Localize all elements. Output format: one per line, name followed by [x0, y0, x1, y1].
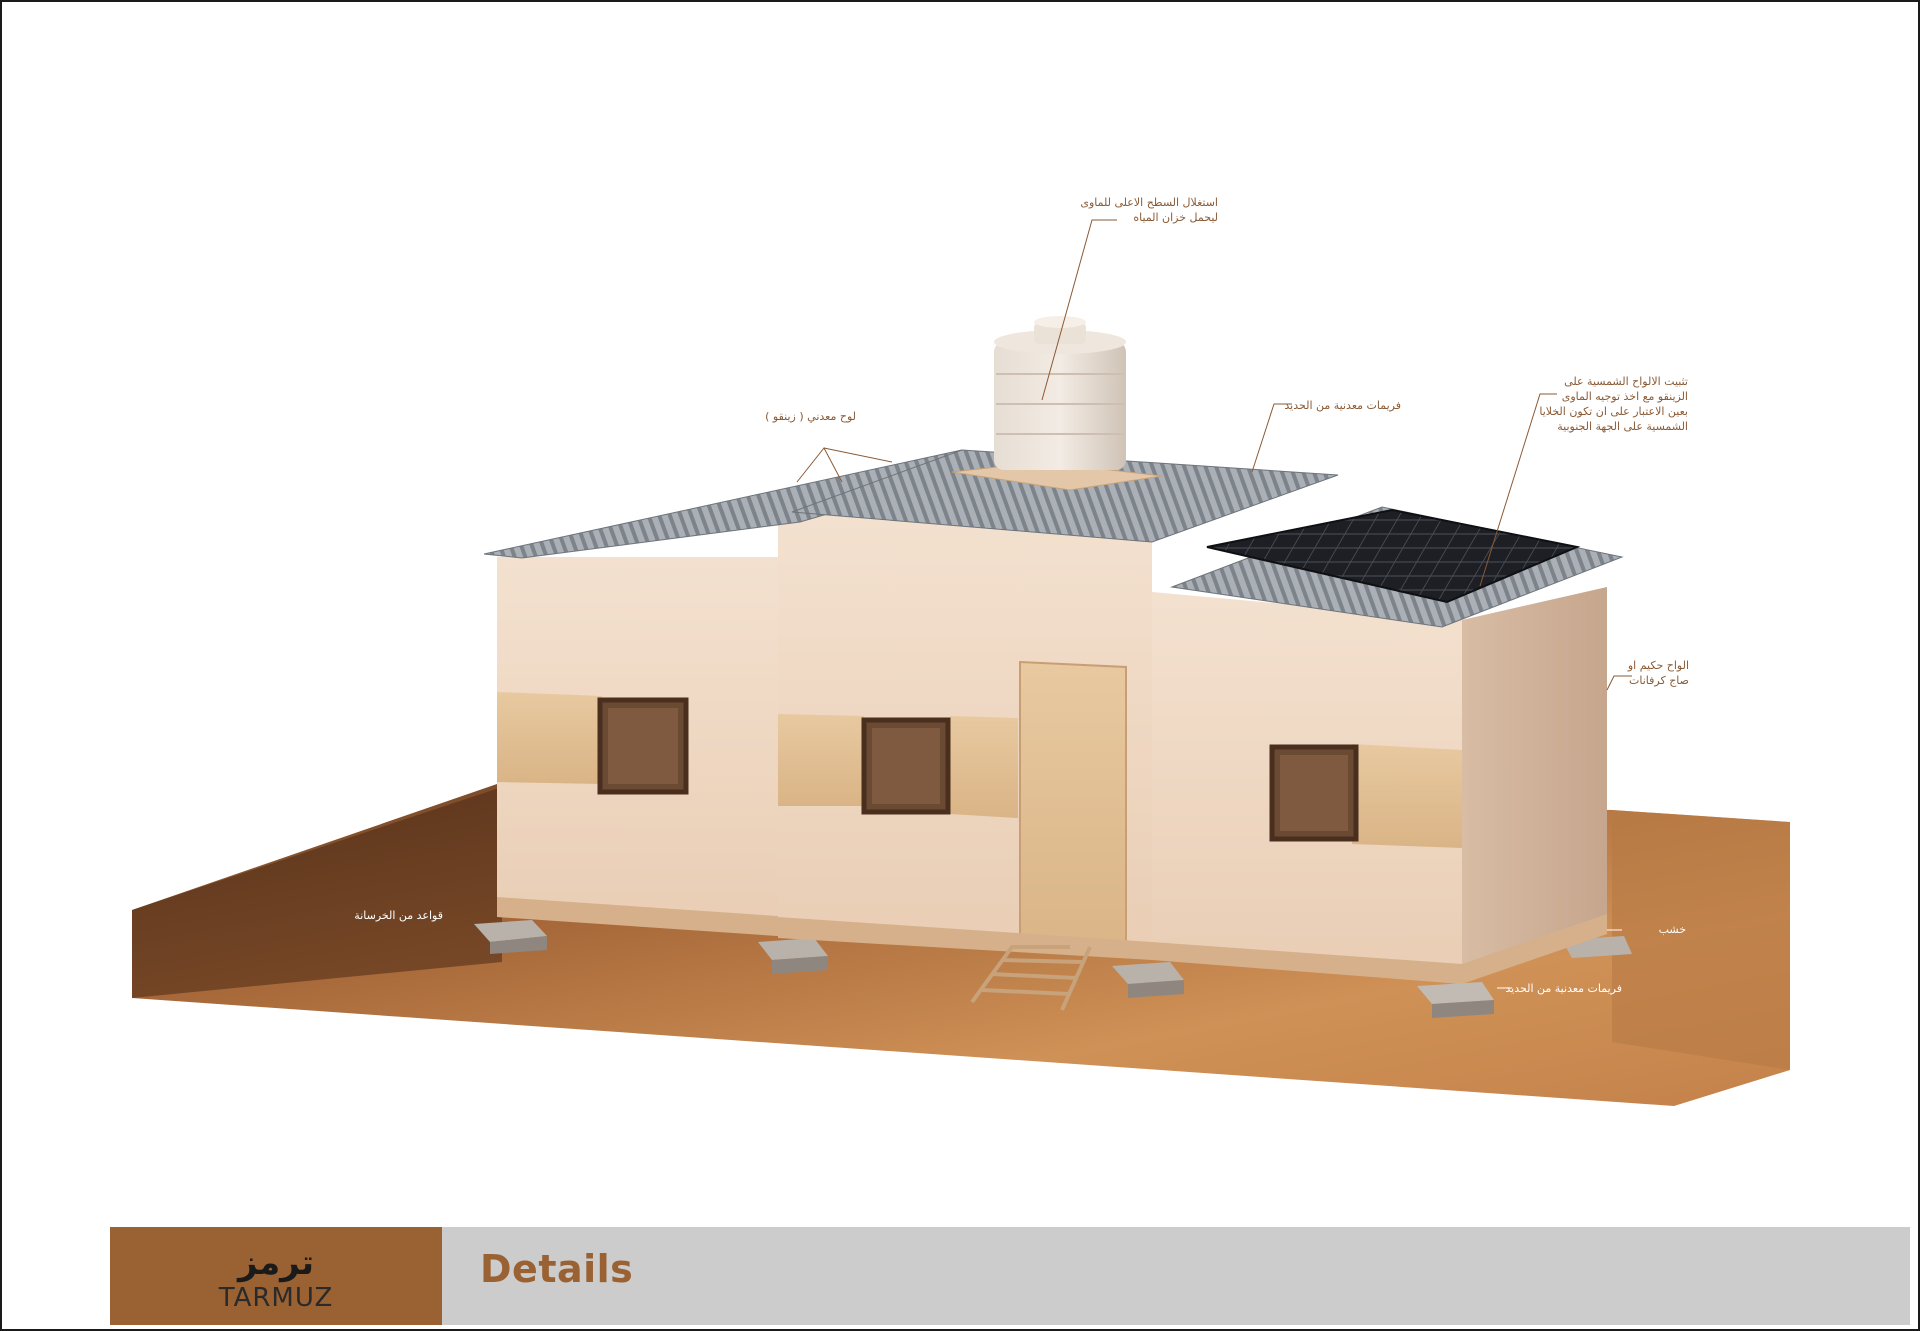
- label-steel-frames-top: فريمات معدنية من الحديد: [1284, 399, 1401, 412]
- right-wood-band: [1352, 744, 1462, 848]
- brand-latin-wordmark: TARMUZ: [218, 1283, 334, 1313]
- house-shadow: [132, 787, 502, 998]
- label-steel-frames-bottom: فريمات معدنية من الحديد: [1505, 982, 1622, 995]
- middle-wood-band-left: [778, 714, 864, 806]
- label-wall-panels: الواح حكيم او صاج كرفانات: [1627, 659, 1689, 687]
- middle-wood-band-right: [950, 716, 1018, 818]
- brand-arabic-wordmark: ترمز: [237, 1243, 315, 1283]
- label-concrete-bases: قواعد من الخرسانة: [354, 909, 443, 922]
- ground-right-slab: [1612, 810, 1790, 1070]
- door: [1019, 660, 1127, 959]
- water-tank: [994, 342, 1126, 470]
- left-wood-band: [497, 692, 602, 784]
- footer-bar: ترمز TARMUZ Details: [110, 1227, 1910, 1325]
- brand-logo: ترمز TARMUZ: [110, 1227, 442, 1325]
- label-water-tank: استغلال السطح الاعلى للماوى ليحمل خزان ا…: [1080, 196, 1218, 224]
- label-wood: خشب: [1658, 923, 1686, 936]
- label-zinc-sheet: لوح معدني ( زينقو ): [765, 410, 856, 423]
- label-solar-panels: تثبيت الالواح الشمسية على الزينقو مع اخذ…: [1539, 375, 1688, 433]
- page: استغلال السطح الاعلى للماوى ليحمل خزان ا…: [0, 0, 1920, 1331]
- footer-title-strip: [442, 1227, 1910, 1325]
- page-title: Details: [480, 1247, 634, 1291]
